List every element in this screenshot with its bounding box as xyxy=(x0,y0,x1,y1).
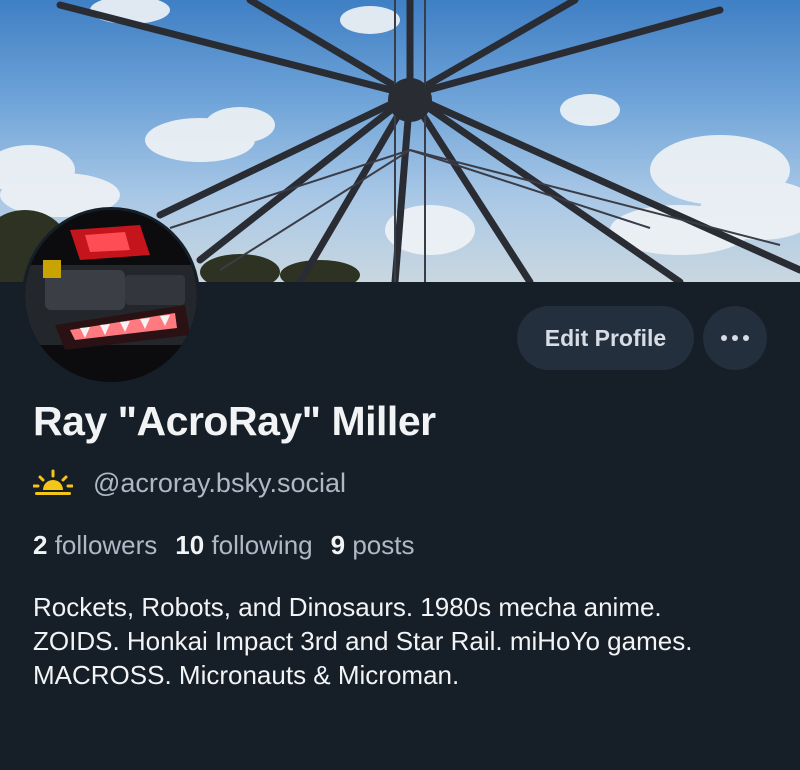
handle-row: @acroray.bsky.social xyxy=(33,463,346,503)
ellipsis-icon xyxy=(721,335,749,341)
following-count: 10 xyxy=(175,529,205,560)
profile-bio: Rockets, Robots, and Dinosaurs. 1980s me… xyxy=(33,592,693,690)
profile-stats: 2 followers 10 following 9 posts xyxy=(33,527,432,563)
followers-label: followers xyxy=(54,529,158,560)
sunrise-icon xyxy=(33,469,73,495)
posts-label: posts xyxy=(352,529,415,560)
followers-stat[interactable]: 2 followers xyxy=(33,530,157,561)
followers-count: 2 xyxy=(33,529,48,560)
following-label: following xyxy=(211,529,313,560)
handle[interactable]: @acroray.bsky.social xyxy=(93,468,346,499)
display-name: Ray "AcroRay" Miller xyxy=(33,398,436,444)
edit-profile-button[interactable]: Edit Profile xyxy=(517,306,694,370)
posts-stat: 9 posts xyxy=(331,530,415,561)
following-stat[interactable]: 10 following xyxy=(175,530,312,561)
avatar[interactable] xyxy=(22,207,200,385)
more-options-button[interactable] xyxy=(703,306,767,370)
posts-count: 9 xyxy=(330,529,346,560)
avatar-image xyxy=(25,210,197,382)
